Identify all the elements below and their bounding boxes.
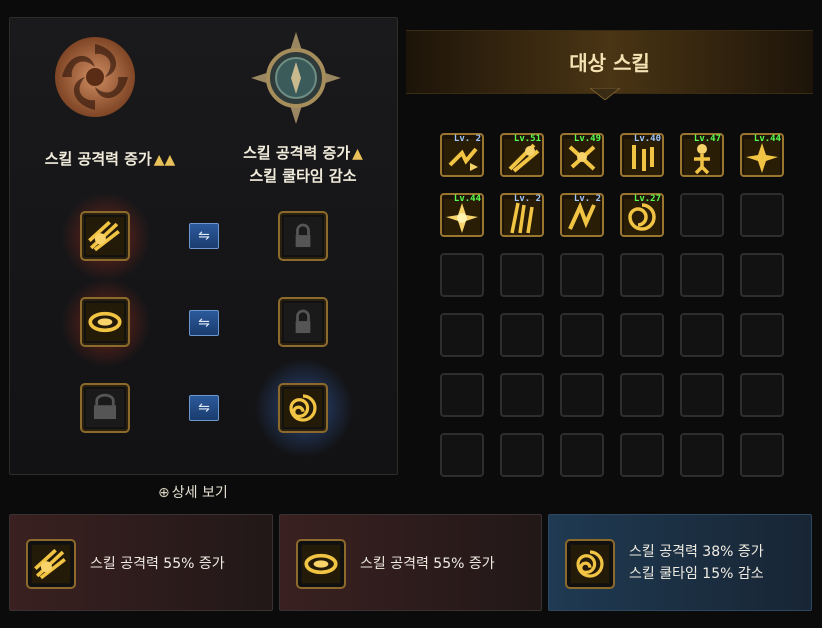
empty-skill-slot[interactable] bbox=[740, 253, 784, 297]
skill-slot[interactable]: Lv.51 bbox=[500, 133, 544, 177]
column-a-label: 스킬 공격력 증가 ▲▲ bbox=[20, 148, 200, 171]
arrow-up-icon: ▲ bbox=[352, 146, 363, 162]
skill-icon bbox=[564, 199, 600, 235]
column-b-label: 스킬 공격력 증가 ▲ 스킬 쿨타임 감소 bbox=[218, 142, 388, 187]
skill-level-label: Lv.40 bbox=[633, 134, 661, 144]
spiral-skill-icon bbox=[283, 388, 323, 428]
empty-skill-slot[interactable] bbox=[560, 253, 604, 297]
skill-level-label: Lv.49 bbox=[573, 134, 601, 144]
column-b-label-line2: 스킬 쿨타임 감소 bbox=[249, 167, 357, 185]
burst-skill-icon bbox=[26, 539, 76, 589]
lock-icon bbox=[283, 302, 323, 342]
skill-slot[interactable]: Lv.40 bbox=[620, 133, 664, 177]
skill-slot[interactable]: Lv.44 bbox=[440, 193, 484, 237]
header-title: 대상 스킬 bbox=[569, 51, 650, 75]
burst-skill-icon bbox=[85, 216, 125, 256]
empty-skill-slot[interactable] bbox=[440, 313, 484, 357]
swap-button-2[interactable]: ⇋ bbox=[189, 310, 219, 336]
skill-level-label: Lv.44 bbox=[753, 134, 781, 144]
empty-skill-slot[interactable] bbox=[560, 313, 604, 357]
arrow-up-icon: ▲▲ bbox=[153, 152, 176, 168]
rune-slot-a2[interactable] bbox=[80, 297, 130, 347]
lock-icon bbox=[85, 388, 125, 428]
empty-skill-slot[interactable] bbox=[560, 373, 604, 417]
empty-skill-slot[interactable] bbox=[500, 433, 544, 477]
empty-skill-slot[interactable] bbox=[500, 373, 544, 417]
empty-skill-slot[interactable] bbox=[680, 373, 724, 417]
skill-slot[interactable]: Lv.47 bbox=[680, 133, 724, 177]
vortex-skill-icon bbox=[296, 539, 346, 589]
skill-slot[interactable]: Lv.27 bbox=[620, 193, 664, 237]
empty-skill-slot[interactable] bbox=[740, 373, 784, 417]
empty-skill-slot[interactable] bbox=[740, 433, 784, 477]
skill-level-label: Lv.47 bbox=[693, 134, 721, 144]
skill-slot[interactable]: Lv.44 bbox=[740, 133, 784, 177]
empty-skill-slot[interactable] bbox=[620, 253, 664, 297]
rune-slot-a3-locked[interactable] bbox=[80, 383, 130, 433]
empty-skill-slot[interactable] bbox=[440, 433, 484, 477]
empty-skill-slot[interactable] bbox=[440, 373, 484, 417]
rune-effect-card-3: 스킬 공격력 38% 증가 스킬 쿨타임 15% 감소 bbox=[548, 514, 812, 611]
skill-icon bbox=[504, 199, 540, 235]
lock-icon bbox=[283, 216, 323, 256]
skill-level-label: Lv.27 bbox=[633, 194, 661, 204]
header-tab-ornament bbox=[590, 88, 620, 100]
skill-icon bbox=[564, 139, 600, 175]
rune-effect-card-2: 스킬 공격력 55% 증가 bbox=[279, 514, 542, 611]
skill-level-label: Lv. 2 bbox=[573, 194, 601, 204]
skill-level-label: Lv. 2 bbox=[453, 134, 481, 144]
column-a-label-text: 스킬 공격력 증가 bbox=[44, 150, 152, 168]
skill-icon bbox=[744, 139, 780, 175]
skill-slot[interactable]: Lv. 2 bbox=[440, 133, 484, 177]
empty-skill-slot[interactable] bbox=[500, 253, 544, 297]
empty-skill-slot[interactable] bbox=[560, 433, 604, 477]
detail-link-text: 상세 보기 bbox=[171, 485, 228, 501]
card3-line2: 스킬 쿨타임 15% 감소 bbox=[629, 566, 764, 582]
empty-skill-slot[interactable] bbox=[620, 373, 664, 417]
empty-skill-slot[interactable] bbox=[620, 313, 664, 357]
target-skill-header: 대상 스킬 bbox=[406, 30, 813, 94]
skill-level-label: Lv.44 bbox=[453, 194, 481, 204]
swirl-emblem-icon bbox=[50, 32, 140, 122]
skill-slot[interactable]: Lv. 2 bbox=[560, 193, 604, 237]
card1-text: 스킬 공격력 55% 증가 bbox=[90, 556, 225, 572]
spiral-skill-icon bbox=[565, 539, 615, 589]
rune-effect-card-1: 스킬 공격력 55% 증가 bbox=[9, 514, 273, 611]
empty-skill-slot[interactable] bbox=[680, 433, 724, 477]
empty-skill-slot[interactable] bbox=[740, 313, 784, 357]
empty-skill-slot[interactable] bbox=[680, 313, 724, 357]
detail-view-link[interactable]: ⊕ 상세 보기 bbox=[158, 482, 228, 502]
swap-button-3[interactable]: ⇋ bbox=[189, 395, 219, 421]
rune-slot-b2-locked[interactable] bbox=[278, 297, 328, 347]
skill-icon bbox=[624, 139, 660, 175]
empty-skill-slot[interactable] bbox=[680, 193, 724, 237]
skill-slot[interactable]: Lv. 2 bbox=[500, 193, 544, 237]
column-b-label-line1: 스킬 공격력 증가 bbox=[243, 144, 351, 162]
empty-skill-slot[interactable] bbox=[680, 253, 724, 297]
skill-icon bbox=[684, 139, 720, 175]
swap-button-1[interactable]: ⇋ bbox=[189, 223, 219, 249]
skill-level-label: Lv.51 bbox=[513, 134, 541, 144]
skill-icon bbox=[444, 139, 480, 175]
empty-skill-slot[interactable] bbox=[500, 313, 544, 357]
rune-slot-b3[interactable] bbox=[278, 383, 328, 433]
card3-line1: 스킬 공격력 38% 증가 bbox=[629, 544, 764, 560]
skill-level-label: Lv. 2 bbox=[513, 194, 541, 204]
vortex-skill-icon bbox=[85, 302, 125, 342]
rune-slot-a1[interactable] bbox=[80, 211, 130, 261]
skill-slot[interactable]: Lv.49 bbox=[560, 133, 604, 177]
skill-icon bbox=[624, 199, 660, 235]
skill-icon bbox=[504, 139, 540, 175]
empty-skill-slot[interactable] bbox=[740, 193, 784, 237]
skill-icon bbox=[444, 199, 480, 235]
empty-skill-slot[interactable] bbox=[620, 433, 664, 477]
magnifier-plus-icon: ⊕ bbox=[158, 485, 170, 501]
compass-emblem-icon bbox=[249, 30, 343, 126]
card2-text: 스킬 공격력 55% 증가 bbox=[360, 556, 495, 572]
empty-skill-slot[interactable] bbox=[440, 253, 484, 297]
rune-slot-b1-locked[interactable] bbox=[278, 211, 328, 261]
